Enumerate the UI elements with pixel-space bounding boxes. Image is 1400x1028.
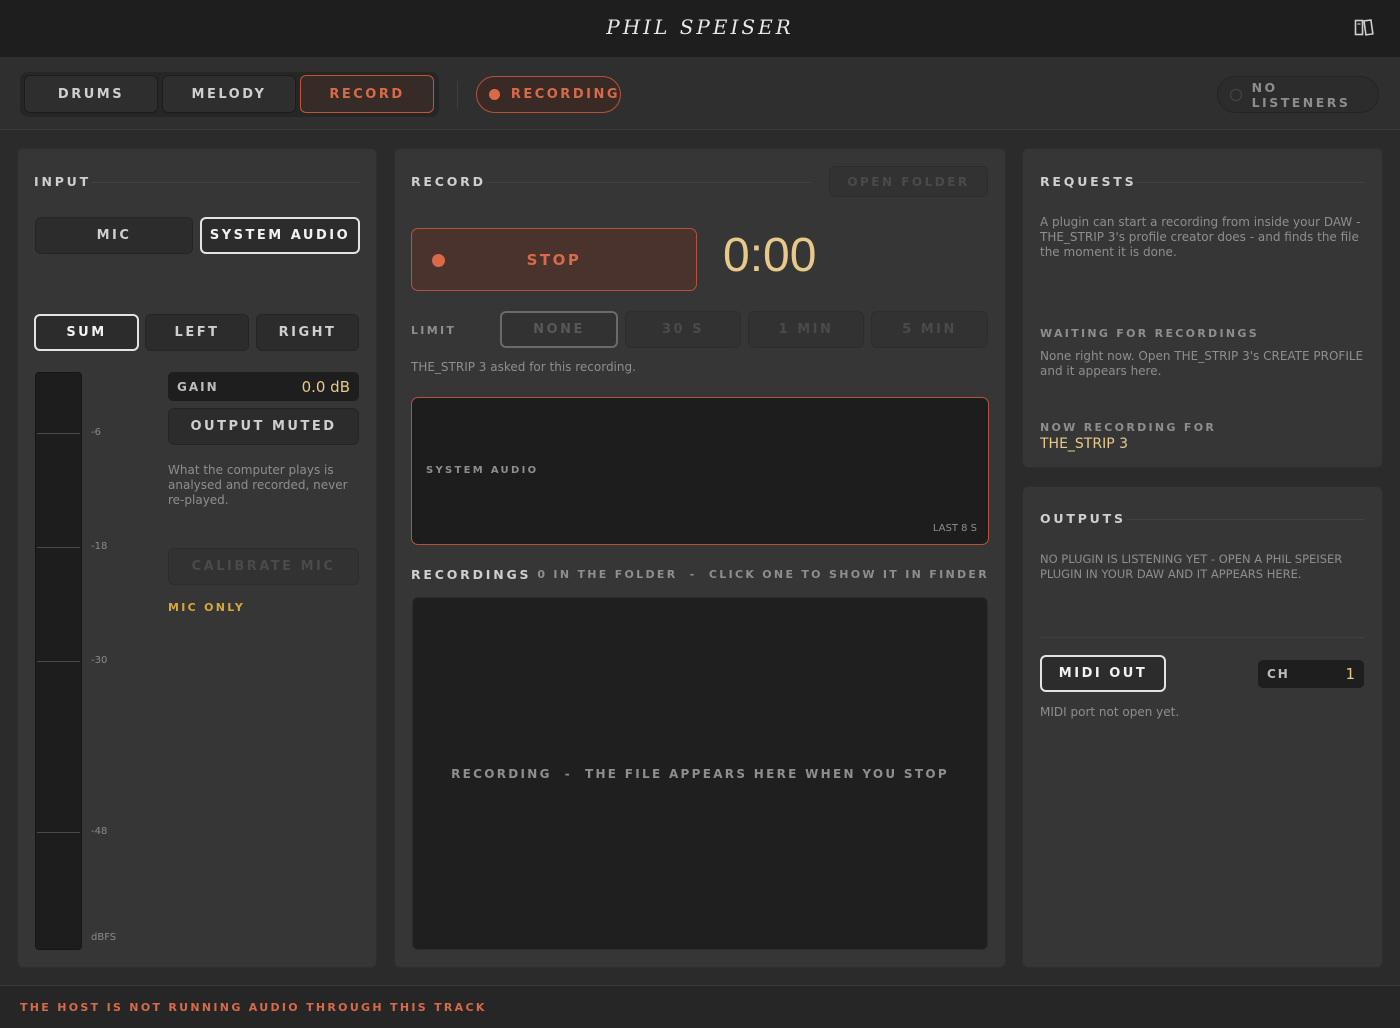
gain-value: 0.0 dB [301, 377, 350, 396]
channel-right-button[interactable]: RIGHT [256, 314, 359, 351]
tab-drums[interactable]: DRUMS [24, 75, 158, 113]
input-title: INPUT [34, 174, 91, 189]
record-dot-icon [432, 254, 445, 267]
midi-out-button[interactable]: MIDI OUT [1040, 655, 1166, 692]
listeners-label: NO LISTENERS [1251, 79, 1351, 110]
channel-value: 1 [1345, 665, 1355, 683]
limit-none-button[interactable]: NONE [500, 311, 618, 348]
meter-label: -48 [91, 826, 108, 837]
meter-label: -18 [91, 541, 108, 552]
recording-status-button[interactable]: RECORDING [476, 76, 621, 113]
toolbar: DRUMS MELODY RECORD RECORDING NO LISTENE… [0, 57, 1400, 130]
now-recording-title: NOW RECORDING FOR [1040, 421, 1217, 434]
calibrate-mic-button[interactable]: CALIBRATE MIC [168, 548, 359, 585]
section-divider [1135, 182, 1365, 183]
host-status-message: THE HOST IS NOT RUNNING AUDIO THROUGH TH… [20, 1001, 487, 1014]
asked-by-text: THE_STRIP 3 asked for this recording. [411, 360, 636, 374]
status-bar: THE HOST IS NOT RUNNING AUDIO THROUGH TH… [0, 985, 1400, 1028]
waveform-window-label: LAST 8 S [932, 523, 977, 534]
recordings-list[interactable]: RECORDING - THE FILE APPEARS HERE WHEN Y… [412, 597, 988, 950]
waiting-text: None right now. Open THE_STRIP 3's CREAT… [1040, 349, 1364, 378]
mic-only-label: MIC ONLY [168, 601, 246, 614]
meter-tick [37, 661, 80, 662]
now-recording-value: THE_STRIP 3 [1040, 436, 1129, 452]
midi-status: MIDI port not open yet. [1040, 705, 1180, 719]
recordings-title: RECORDINGS [411, 567, 532, 582]
requests-intro: A plugin can start a recording from insi… [1040, 215, 1361, 259]
meter-tick [37, 547, 80, 548]
gain-control[interactable]: GAIN 0.0 dB [168, 372, 359, 401]
app-title: PHIL SPEISER [606, 15, 794, 39]
meter-unit-label: dBFS [91, 932, 117, 943]
midi-channel-control[interactable]: CH 1 [1258, 660, 1364, 688]
section-divider [1040, 637, 1365, 638]
limit-1min-button[interactable]: 1 MIN [748, 311, 864, 348]
requests-title: REQUESTS [1040, 174, 1137, 189]
meter-label: -6 [91, 427, 101, 438]
tab-record[interactable]: RECORD [300, 75, 434, 113]
waveform-source-label: SYSTEM AUDIO [426, 465, 539, 476]
recording-timer: 0:00 [723, 229, 817, 282]
recordings-empty-message: RECORDING - THE FILE APPEARS HERE WHEN Y… [451, 766, 949, 781]
section-divider [92, 182, 360, 183]
source-system-audio-button[interactable]: SYSTEM AUDIO [200, 217, 360, 254]
section-divider [1127, 519, 1365, 520]
input-description: What the computer plays is analysed and … [168, 463, 348, 507]
limit-label: LIMIT [411, 324, 457, 337]
channel-left-button[interactable]: LEFT [145, 314, 249, 351]
output-muted-button[interactable]: OUTPUT MUTED [168, 408, 359, 445]
open-folder-button[interactable]: OPEN FOLDER [829, 166, 988, 197]
title-bar: PHIL SPEISER [0, 0, 1400, 57]
status-dot-icon [1230, 88, 1242, 101]
stop-label: STOP [526, 250, 582, 269]
source-mic-button[interactable]: MIC [35, 217, 193, 254]
requests-panel [1022, 148, 1383, 468]
record-dot-icon [489, 89, 500, 100]
limit-5min-button[interactable]: 5 MIN [871, 311, 988, 348]
mode-tabs: DRUMS MELODY RECORD [20, 72, 439, 117]
channel-sum-button[interactable]: SUM [34, 314, 139, 351]
meter-tick [37, 433, 80, 434]
waiting-title: WAITING FOR RECORDINGS [1040, 327, 1259, 340]
toolbar-divider [457, 81, 458, 109]
outputs-title: OUTPUTS [1040, 511, 1126, 526]
record-title: RECORD [411, 174, 486, 189]
recording-status-label: RECORDING [510, 87, 620, 102]
tab-melody[interactable]: MELODY [162, 75, 296, 113]
meter-label: -30 [91, 655, 108, 666]
channel-label: CH [1267, 667, 1290, 681]
section-divider [486, 182, 811, 183]
meter-tick [37, 832, 80, 833]
stop-button[interactable]: STOP [411, 228, 697, 291]
outputs-note: NO PLUGIN IS LISTENING YET - OPEN A PHIL… [1040, 552, 1343, 581]
waveform-display: SYSTEM AUDIO LAST 8 S [411, 397, 989, 545]
listeners-status[interactable]: NO LISTENERS [1217, 76, 1379, 113]
limit-30s-button[interactable]: 30 S [625, 311, 741, 348]
book-icon[interactable] [1354, 19, 1374, 37]
gain-label: GAIN [177, 379, 219, 394]
recordings-summary: 0 IN THE FOLDER - CLICK ONE TO SHOW IT I… [537, 568, 989, 581]
